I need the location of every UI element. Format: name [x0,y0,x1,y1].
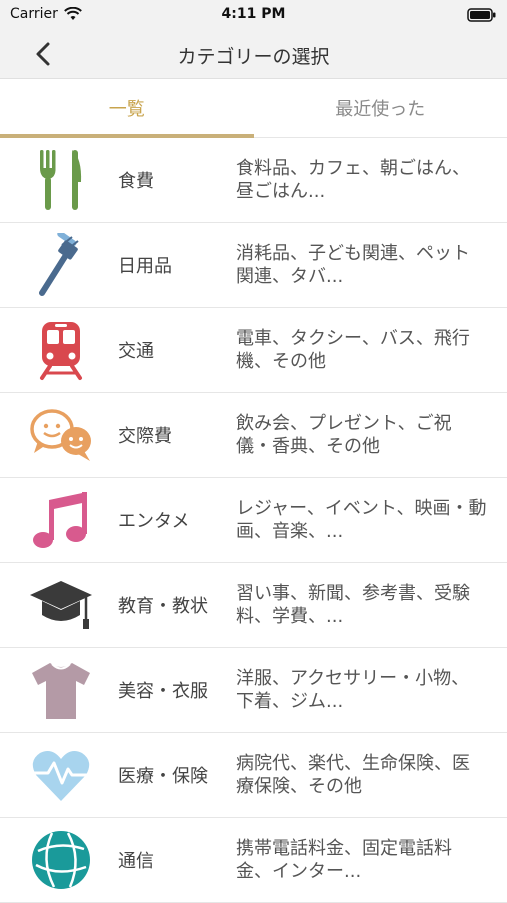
category-name: 医療・保険 [100,762,236,788]
category-row-daily-goods[interactable]: 日用品 消耗品、子ども関連、ペット関連、タバ... [0,223,507,308]
globe-icon [22,825,100,895]
heart-pulse-icon [22,740,100,810]
category-description: 習い事、新聞、参考書、受験料、学費、... [236,582,507,628]
category-description: 病院代、楽代、生命保険、医療保険、その他 [236,752,507,798]
category-name: 日用品 [100,252,236,278]
tab-bar: 一覧 最近使った [0,79,507,138]
graduation-cap-icon [22,570,100,640]
category-name: 交通 [100,337,236,363]
category-name: 美容・衣服 [100,677,236,703]
category-name: 通信 [100,847,236,873]
category-name: 食費 [100,167,236,193]
status-time: 4:11 PM [0,6,507,22]
page-title: カテゴリーの選択 [0,42,507,69]
category-list: 食費 食料品、カフェ、朝ごはん、昼ごはん... 日用品 消耗品、子ども関連、ペッ… [0,138,507,903]
toothbrush-icon [22,230,100,300]
tshirt-icon [22,655,100,725]
tab-recent[interactable]: 最近使った [254,79,507,137]
category-description: 洋服、アクセサリー・小物、下着、ジム... [236,667,507,713]
category-row-medical[interactable]: 医療・保険 病院代、楽代、生命保険、医療保険、その他 [0,733,507,818]
category-row-food[interactable]: 食費 食料品、カフェ、朝ごはん、昼ごはん... [0,138,507,223]
category-name: エンタメ [100,507,236,533]
category-row-education[interactable]: 教育・教状 習い事、新聞、参考書、受験料、学費、... [0,563,507,648]
battery-icon [467,8,497,26]
status-bar: Carrier 4:11 PM [0,0,507,30]
category-row-transport[interactable]: 交通 電車、タクシー、バス、飛行機、その他 [0,308,507,393]
tab-all[interactable]: 一覧 [0,79,254,137]
fork-knife-icon [22,145,100,215]
category-description: 電車、タクシー、バス、飛行機、その他 [236,327,507,373]
category-name: 交際費 [100,422,236,448]
category-name: 教育・教状 [100,592,236,618]
category-description: 携帯電話料金、固定電話料金、インター... [236,837,507,883]
category-description: レジャー、イベント、映画・動画、音楽、... [236,497,507,543]
category-description: 消耗品、子ども関連、ペット関連、タバ... [236,242,507,288]
category-row-entertainment[interactable]: エンタメ レジャー、イベント、映画・動画、音楽、... [0,478,507,563]
category-row-beauty-clothes[interactable]: 美容・衣服 洋服、アクセサリー・小物、下着、ジム... [0,648,507,733]
category-row-social[interactable]: 交際費 飲み会、プレゼント、ご祝儀・香典、その他 [0,393,507,478]
chat-faces-icon [22,400,100,470]
navigation-bar: カテゴリーの選択 [0,30,507,79]
category-description: 食料品、カフェ、朝ごはん、昼ごはん... [236,157,507,203]
category-row-communication[interactable]: 通信 携帯電話料金、固定電話料金、インター... [0,818,507,903]
music-note-icon [22,485,100,555]
category-description: 飲み会、プレゼント、ご祝儀・香典、その他 [236,412,507,458]
train-icon [22,315,100,385]
